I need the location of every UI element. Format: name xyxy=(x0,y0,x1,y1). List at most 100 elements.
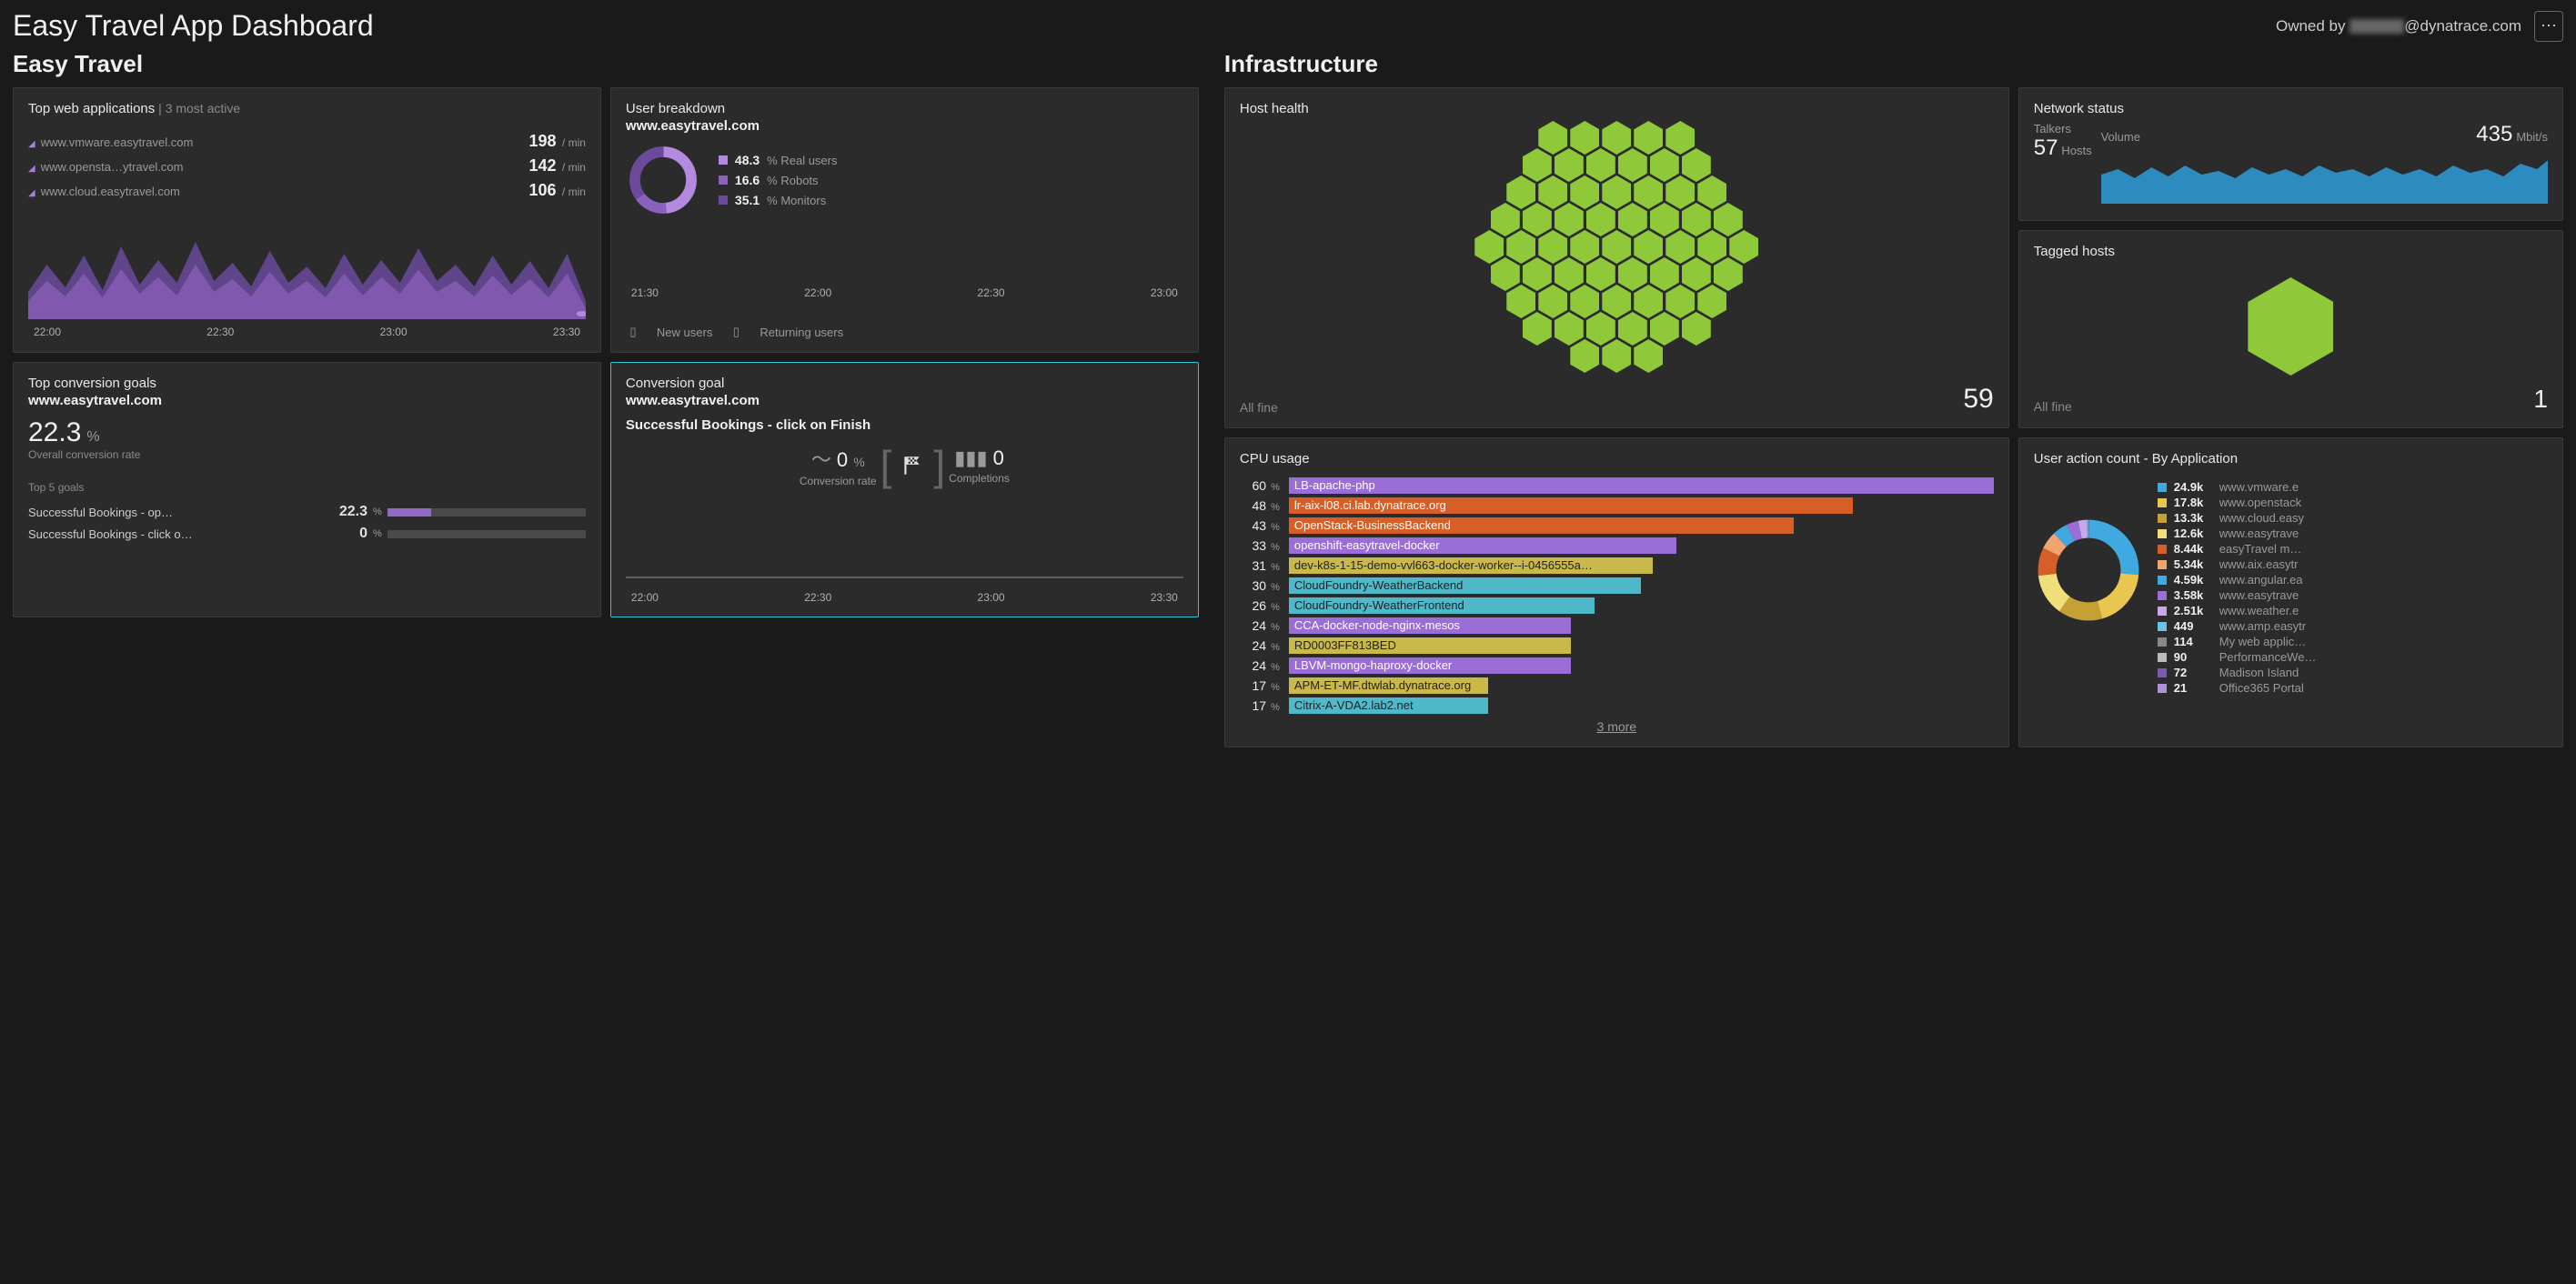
legend-name: www.cloud.easy xyxy=(2219,511,2304,525)
legend-row[interactable]: 13.3kwww.cloud.easy xyxy=(2158,510,2548,526)
swatch-icon xyxy=(2158,498,2167,507)
swatch-icon xyxy=(2158,576,2167,585)
host-hexagon[interactable] xyxy=(1523,312,1552,346)
cpu-row[interactable]: 24 %LBVM-mongo-haproxy-docker xyxy=(1240,656,1994,676)
legend-row[interactable]: 90PerformanceWe… xyxy=(2158,649,2548,665)
cpu-row[interactable]: 48 %lr-aix-l08.ci.lab.dynatrace.org xyxy=(1240,496,1994,516)
legend-name: www.weather.e xyxy=(2219,604,2299,617)
cpu-row[interactable]: 17 %Citrix-A-VDA2.lab2.net xyxy=(1240,696,1994,716)
app-row[interactable]: ◢www.opensta…ytravel.com142 / min xyxy=(28,154,586,178)
cpu-bar: CloudFoundry-WeatherBackend xyxy=(1289,577,1641,594)
host-hexagon[interactable] xyxy=(1570,339,1599,373)
legend-row[interactable]: 72Madison Island xyxy=(2158,665,2548,680)
legend-row[interactable]: 5.34kwww.aix.easytr xyxy=(2158,557,2548,572)
cpu-pct: 30 % xyxy=(1240,578,1280,593)
cpu-row[interactable]: 24 %CCA-docker-node-nginx-mesos xyxy=(1240,616,1994,636)
cpu-row[interactable]: 26 %CloudFoundry-WeatherFrontend xyxy=(1240,596,1994,616)
goal-value: 22.3 xyxy=(335,504,367,520)
tile-top-conversion-goals[interactable]: Top conversion goals www.easytravel.com … xyxy=(13,362,601,617)
tile-title: Top web applications xyxy=(28,101,155,116)
trend-icon: 〜 xyxy=(811,448,831,471)
legend-row[interactable]: 3.58kwww.easytrave xyxy=(2158,587,2548,603)
app-unit: / min xyxy=(559,186,586,198)
cpu-row[interactable]: 33 %openshift-easytravel-docker xyxy=(1240,536,1994,556)
cpu-pct: 60 % xyxy=(1240,478,1280,493)
legend-row[interactable]: 12.6kwww.easytrave xyxy=(2158,526,2548,541)
legend-row[interactable]: 4.59kwww.angular.ea xyxy=(2158,572,2548,587)
tile-subtitle: www.easytravel.com xyxy=(626,118,1183,134)
volume-unit: Mbit/s xyxy=(2516,130,2548,144)
goal-row[interactable]: Successful Bookings - click o…0% xyxy=(28,523,586,545)
tile-top-web-apps[interactable]: Top web applications | 3 most active ◢ww… xyxy=(13,87,601,353)
tile-user-breakdown[interactable]: User breakdown www.easytravel.com 48.3 %… xyxy=(610,87,1199,353)
legend-row[interactable]: 449 www.amp.easytr xyxy=(2158,618,2548,634)
goal-bar xyxy=(387,508,586,517)
talkers-sub: Hosts xyxy=(2061,144,2091,157)
top5-label: Top 5 goals xyxy=(28,481,586,494)
tile-conversion-goal[interactable]: Conversion goal www.easytravel.com Succe… xyxy=(610,362,1199,617)
app-value: 142 xyxy=(529,156,557,175)
legend-item: 35.1 % Monitors xyxy=(719,193,838,207)
legend-name: easyTravel m… xyxy=(2219,542,2302,556)
tile-cpu-usage[interactable]: CPU usage 60 %LB-apache-php48 %lr-aix-l0… xyxy=(1224,437,2009,747)
goal-name: Successful Bookings - op… xyxy=(28,506,329,519)
swatch-icon xyxy=(719,176,728,185)
legend-row[interactable]: 21 Office365 Portal xyxy=(2158,680,2548,696)
legend-name: Office365 Portal xyxy=(2219,681,2304,695)
axis-tick: 22:00 xyxy=(34,326,61,338)
talkers-value: 57 xyxy=(2034,135,2058,160)
legend-value: 21 xyxy=(2174,681,2212,695)
goal-row[interactable]: Successful Bookings - op…22.3% xyxy=(28,501,586,523)
completions-label: Completions xyxy=(949,472,1010,485)
tagged-hosts-status: All fine xyxy=(2034,399,2072,414)
host-hexagon[interactable] xyxy=(1602,339,1631,373)
cpu-pct: 43 % xyxy=(1240,518,1280,533)
dashboard-menu-button[interactable]: ⋯ xyxy=(2534,11,2563,42)
app-value: 198 xyxy=(529,132,557,150)
top-apps-area-chart xyxy=(28,210,586,319)
swatch-icon xyxy=(2158,483,2167,492)
overall-conversion-value: 22.3% xyxy=(28,417,586,448)
swatch-icon xyxy=(719,155,728,165)
tile-network-status[interactable]: Network status Talkers 57 Hosts Volume 4… xyxy=(2018,87,2563,221)
cpu-row[interactable]: 43 %OpenStack-BusinessBackend xyxy=(1240,516,1994,536)
legend-row[interactable]: 24.9kwww.vmware.e xyxy=(2158,479,2548,495)
cpu-more-link[interactable]: 3 more xyxy=(1240,719,1994,734)
host-hexagon[interactable] xyxy=(1634,339,1663,373)
tile-host-health[interactable]: Host health All fine 59 xyxy=(1224,87,2009,428)
section-title-easytravel: Easy Travel xyxy=(13,50,1199,78)
tile-title: User action count - By Application xyxy=(2034,451,2548,466)
owned-by-text: Owned by @dynatrace.com xyxy=(2276,17,2521,35)
bar-icon: ▯ xyxy=(626,325,640,339)
swatch-icon xyxy=(2158,529,2167,538)
app-unit: / min xyxy=(559,136,586,149)
host-hexagon[interactable] xyxy=(1682,312,1711,346)
app-row[interactable]: ◢www.vmware.easytravel.com198 / min xyxy=(28,129,586,154)
cpu-pct: 17 % xyxy=(1240,698,1280,713)
axis-tick: 21:30 xyxy=(631,286,659,299)
tile-tagged-hosts[interactable]: Tagged hosts All fine 1 xyxy=(2018,230,2563,428)
legend-row[interactable]: 114My web applic… xyxy=(2158,634,2548,649)
legend-value: 449 xyxy=(2174,619,2212,633)
legend-row[interactable]: 2.51kwww.weather.e xyxy=(2158,603,2548,618)
tile-title: Host health xyxy=(1240,101,1994,116)
cpu-row[interactable]: 24 %RD0003FF813BED xyxy=(1240,636,1994,656)
cpu-row[interactable]: 30 % CloudFoundry-WeatherBackend xyxy=(1240,576,1994,596)
tile-user-action-count[interactable]: User action count - By Application 24.9k… xyxy=(2018,437,2563,747)
legend-row[interactable]: 8.44keasyTravel m… xyxy=(2158,541,2548,557)
tile-title: Tagged hosts xyxy=(2034,244,2548,259)
user-action-donut xyxy=(2034,516,2143,625)
cpu-bar: RD0003FF813BED xyxy=(1289,637,1571,654)
cpu-row[interactable]: 31 %dev-k8s-1-15-demo-vvl663-docker-work… xyxy=(1240,556,1994,576)
legend-row[interactable]: 17.8kwww.openstack xyxy=(2158,495,2548,510)
cpu-row[interactable]: 60 %LB-apache-php xyxy=(1240,476,1994,496)
tagged-host-hexagon xyxy=(2248,277,2333,376)
cpu-pct: 31 % xyxy=(1240,558,1280,573)
cpu-row[interactable]: 17 %APM-ET-MF.dtwlab.dynatrace.org xyxy=(1240,676,1994,696)
cpu-pct: 48 % xyxy=(1240,498,1280,513)
user-breakdown-bars xyxy=(626,228,1183,283)
chart-x-axis: 21:3022:0022:3023:00 xyxy=(626,286,1183,299)
app-row[interactable]: ◢www.cloud.easytravel.com106 / min xyxy=(28,178,586,203)
legend-name: www.amp.easytr xyxy=(2219,619,2306,633)
bar-icon: ▯ xyxy=(729,325,743,339)
